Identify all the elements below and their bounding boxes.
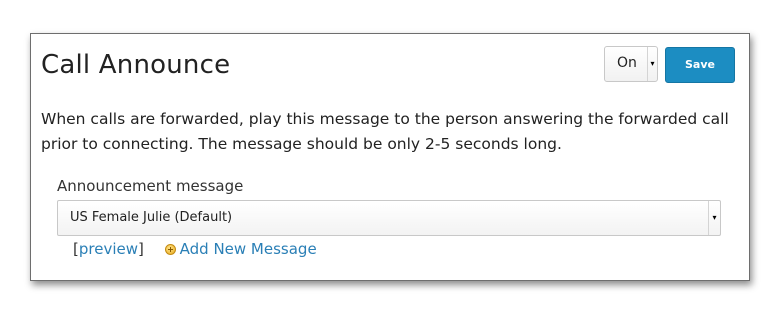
- on-off-select[interactable]: On ▾: [604, 46, 658, 82]
- plus-circle-icon: [164, 244, 176, 255]
- call-announce-panel: Call Announce On ▾ Save When calls are f…: [30, 33, 750, 281]
- preview-link[interactable]: preview: [79, 240, 138, 258]
- on-off-select-value: On: [617, 55, 637, 71]
- announcement-message-select[interactable]: US Female Julie (Default) ▾: [57, 200, 721, 236]
- save-button[interactable]: Save: [665, 47, 735, 83]
- add-new-message-link[interactable]: Add New Message: [164, 240, 317, 258]
- announcement-message-label: Announcement message: [57, 177, 244, 195]
- bracket-close: ]: [138, 240, 144, 258]
- message-links: [preview] Add New Message: [73, 240, 317, 258]
- description-text: When calls are forwarded, play this mess…: [41, 110, 729, 153]
- page-title: Call Announce: [41, 50, 231, 80]
- chevron-down-icon: ▾: [647, 47, 657, 81]
- add-new-message-label[interactable]: Add New Message: [180, 240, 317, 258]
- chevron-down-icon: ▾: [708, 201, 720, 235]
- announcement-message-value: US Female Julie (Default): [70, 210, 233, 225]
